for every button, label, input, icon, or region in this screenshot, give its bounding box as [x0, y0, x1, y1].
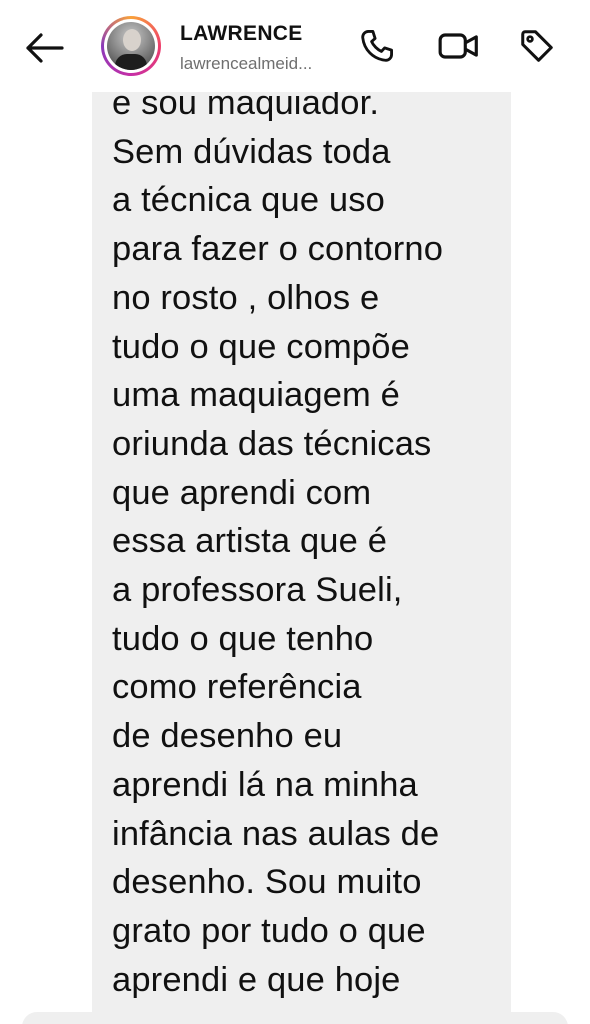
- arrow-left-icon: [26, 33, 64, 63]
- thread-header: LAWRENCE lawrencealmeid...: [0, 0, 590, 92]
- video-camera-icon: [438, 33, 478, 59]
- dm-thread-screen: LAWRENCE lawrencealmeid... e sou maquiad…: [0, 0, 590, 1024]
- tag-icon: [521, 30, 553, 62]
- contact-username[interactable]: lawrencealmeid...: [180, 54, 340, 74]
- label-button[interactable]: [515, 24, 559, 68]
- message-text: e sou maquiador. Sem dúvidas toda a técn…: [112, 84, 444, 999]
- phone-icon: [361, 30, 393, 62]
- message-composer[interactable]: [22, 1012, 568, 1024]
- avatar[interactable]: [101, 16, 161, 76]
- video-call-button[interactable]: [437, 24, 481, 68]
- audio-call-button[interactable]: [355, 24, 399, 68]
- back-button[interactable]: [22, 26, 66, 70]
- contact-name[interactable]: LAWRENCE: [180, 22, 303, 46]
- message-bubble[interactable]: e sou maquiador. Sem dúvidas toda a técn…: [92, 84, 511, 1024]
- profile-photo: [107, 22, 155, 70]
